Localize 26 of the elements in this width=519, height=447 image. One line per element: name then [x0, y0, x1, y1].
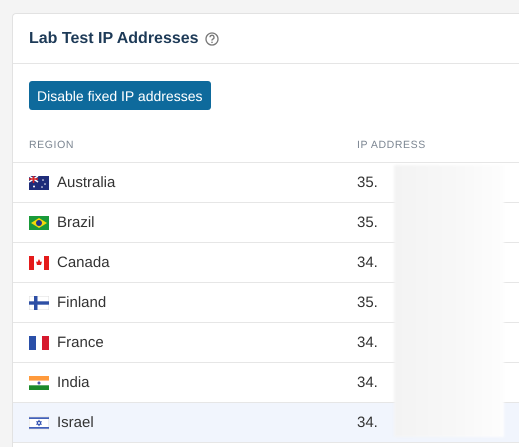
- france-flag-icon: [29, 336, 49, 350]
- region-cell: Canada: [57, 254, 110, 271]
- brazil-flag-icon: [29, 216, 49, 230]
- ip-cell: 35.: [357, 214, 378, 231]
- finland-flag-icon: [29, 296, 49, 310]
- ip-cell: 34.: [357, 334, 378, 351]
- ip-cell: 35.: [357, 294, 378, 311]
- ip-cell: 34.: [357, 254, 378, 271]
- column-header: REGION: [28, 138, 76, 150]
- india-flag-icon: [29, 376, 49, 390]
- canada-flag-icon: [29, 256, 49, 270]
- israel-flag-icon: [29, 416, 49, 430]
- ip-cell: 35.: [357, 174, 378, 191]
- region-cell: Brazil: [57, 214, 95, 231]
- region-cell: Israel: [57, 414, 94, 431]
- australia-flag-icon: [29, 176, 49, 190]
- region-cell: Australia: [57, 174, 116, 191]
- region-cell: India: [57, 374, 90, 391]
- column-header: IP ADDRESS: [357, 138, 426, 150]
- card-title: Lab Test IP Addresses: [29, 30, 199, 48]
- help-icon[interactable]: [204, 32, 219, 46]
- region-cell: France: [57, 334, 104, 351]
- region-cell: Finland: [57, 294, 106, 311]
- disable-button[interactable]: Disable fixed IP addresses: [29, 81, 210, 110]
- ip-cell: 34.: [357, 414, 378, 431]
- ip-cell: 34.: [357, 374, 378, 391]
